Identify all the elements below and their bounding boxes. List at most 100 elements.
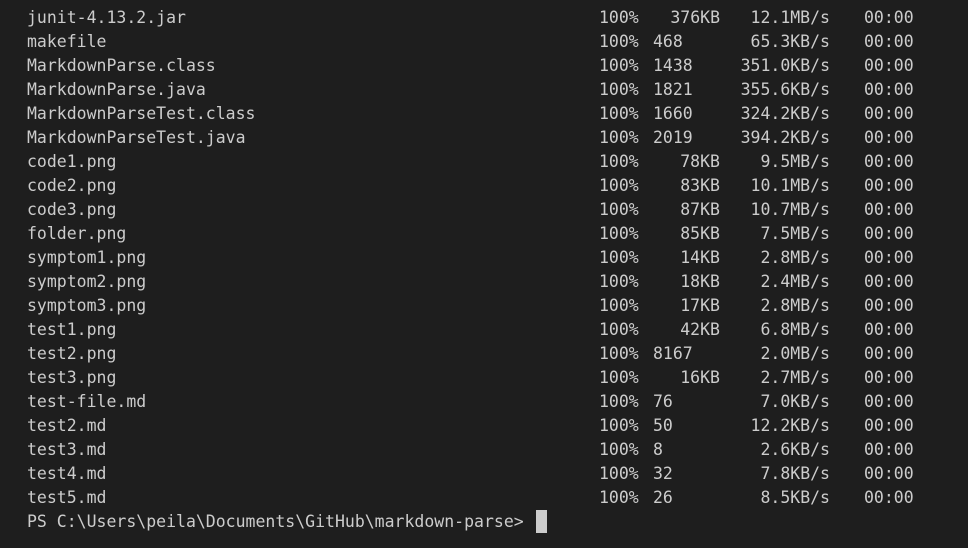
file-size: 1438 (653, 56, 693, 75)
elapsed-time: 00:00 (864, 80, 914, 99)
transfer-rate: 2.8MB/s (760, 248, 830, 267)
file-size: 8 (653, 440, 663, 459)
transfer-percent: 100% (599, 320, 639, 339)
transfer-row: folder.png 100% 85KB 7.5MB/s 00:00 (27, 222, 957, 246)
transfer-row: code1.png 100% 78KB 9.5MB/s 00:00 (27, 150, 957, 174)
transfer-row: test3.md 100% 8 2.6KB/s 00:00 (27, 438, 957, 462)
transfer-row: test4.md 100% 32 7.8KB/s 00:00 (27, 462, 957, 486)
transfer-percent: 100% (599, 104, 639, 123)
transfer-rate: 324.2KB/s (740, 104, 830, 123)
file-name: code2.png (27, 176, 117, 195)
elapsed-time: 00:00 (864, 488, 914, 507)
transfer-percent: 100% (599, 464, 639, 483)
file-size: 50 (653, 416, 673, 435)
elapsed-time: 00:00 (864, 416, 914, 435)
transfer-rate: 6.8MB/s (760, 320, 830, 339)
file-size: 26 (653, 488, 673, 507)
transfer-row: MarkdownParse.java 100% 1821 355.6KB/s 00:00 (27, 78, 957, 102)
file-name: code1.png (27, 152, 117, 171)
file-name: MarkdownParseTest.java (27, 128, 246, 147)
transfer-percent: 100% (599, 368, 639, 387)
transfer-rate: 65.3KB/s (750, 32, 830, 51)
file-name: code3.png (27, 200, 117, 219)
transfer-row: symptom3.png 100% 17KB 2.8MB/s 00:00 (27, 294, 957, 318)
elapsed-time: 00:00 (864, 464, 914, 483)
prompt-text: PS C:\Users\peila\Documents\GitHub\markd… (27, 512, 524, 531)
transfer-percent: 100% (599, 80, 639, 99)
elapsed-time: 00:00 (864, 8, 914, 27)
transfer-row: MarkdownParse.class 100% 1438 351.0KB/s 00:0… (27, 54, 957, 78)
elapsed-time: 00:00 (864, 392, 914, 411)
file-size: 1660 (653, 104, 693, 123)
terminal-window[interactable]: junit-4.13.2.jar 100% 376KB 12.1MB/s 00:00 ma… (0, 0, 968, 548)
transfer-percent: 100% (599, 176, 639, 195)
transfer-rate: 10.1MB/s (750, 176, 830, 195)
transfer-row: symptom1.png 100% 14KB 2.8MB/s 00:00 (27, 246, 957, 270)
transfer-list: junit-4.13.2.jar 100% 376KB 12.1MB/s 00:00 ma… (27, 6, 957, 534)
elapsed-time: 00:00 (864, 104, 914, 123)
elapsed-time: 00:00 (864, 32, 914, 51)
transfer-rate: 10.7MB/s (750, 200, 830, 219)
transfer-rate: 2.0MB/s (760, 344, 830, 363)
transfer-rate: 7.0KB/s (760, 392, 830, 411)
cursor (535, 510, 547, 533)
transfer-rate: 7.8KB/s (760, 464, 830, 483)
transfer-rate: 12.2KB/s (750, 416, 830, 435)
transfer-percent: 100% (599, 440, 639, 459)
elapsed-time: 00:00 (864, 224, 914, 243)
elapsed-time: 00:00 (864, 368, 914, 387)
transfer-percent: 100% (599, 32, 639, 51)
elapsed-time: 00:00 (864, 152, 914, 171)
file-name: test2.png (27, 344, 117, 363)
elapsed-time: 00:00 (864, 272, 914, 291)
transfer-row: test-file.md 100% 76 7.0KB/s 00:00 (27, 390, 957, 414)
transfer-row: test2.png 100% 8167 2.0MB/s 00:00 (27, 342, 957, 366)
file-size: 14KB (680, 248, 720, 267)
transfer-row: code2.png 100% 83KB 10.1MB/s 00:00 (27, 174, 957, 198)
transfer-rate: 394.2KB/s (740, 128, 830, 147)
file-name: test1.png (27, 320, 117, 339)
transfer-percent: 100% (599, 488, 639, 507)
transfer-percent: 100% (599, 128, 639, 147)
transfer-row: junit-4.13.2.jar 100% 376KB 12.1MB/s 00:00 (27, 6, 957, 30)
transfer-row: code3.png 100% 87KB 10.7MB/s 00:00 (27, 198, 957, 222)
file-size: 85KB (680, 224, 720, 243)
transfer-percent: 100% (599, 200, 639, 219)
transfer-row: test2.md 100% 50 12.2KB/s 00:00 (27, 414, 957, 438)
file-size: 18KB (680, 272, 720, 291)
file-size: 76 (653, 392, 673, 411)
file-name: test4.md (27, 464, 107, 483)
transfer-row: test1.png 100% 42KB 6.8MB/s 00:00 (27, 318, 957, 342)
file-name: MarkdownParse.class (27, 56, 216, 75)
transfer-rate: 355.6KB/s (740, 80, 830, 99)
elapsed-time: 00:00 (864, 296, 914, 315)
transfer-rate: 351.0KB/s (740, 56, 830, 75)
file-name: symptom1.png (27, 248, 147, 267)
file-name: test3.md (27, 440, 107, 459)
prompt-line[interactable]: PS C:\Users\peila\Documents\GitHub\markd… (27, 510, 957, 534)
file-size: 468 (653, 32, 683, 51)
file-name: junit-4.13.2.jar (27, 8, 186, 27)
elapsed-time: 00:00 (864, 440, 914, 459)
elapsed-time: 00:00 (864, 248, 914, 267)
file-size: 42KB (680, 320, 720, 339)
file-size: 1821 (653, 80, 693, 99)
transfer-percent: 100% (599, 152, 639, 171)
file-size: 78KB (680, 152, 720, 171)
file-name: MarkdownParseTest.class (27, 104, 256, 123)
file-name: MarkdownParse.java (27, 80, 206, 99)
transfer-percent: 100% (599, 272, 639, 291)
transfer-row: test5.md 100% 26 8.5KB/s 00:00 (27, 486, 957, 510)
transfer-rate: 9.5MB/s (760, 152, 830, 171)
file-size: 32 (653, 464, 673, 483)
file-name: test2.md (27, 416, 107, 435)
file-size: 17KB (680, 296, 720, 315)
transfer-row: MarkdownParseTest.java 100% 2019 394.2KB/s 0… (27, 126, 957, 150)
file-name: symptom3.png (27, 296, 147, 315)
elapsed-time: 00:00 (864, 56, 914, 75)
transfer-rate: 8.5KB/s (760, 488, 830, 507)
file-name: makefile (27, 32, 107, 51)
file-name: folder.png (27, 224, 127, 243)
transfer-percent: 100% (599, 56, 639, 75)
transfer-row: test3.png 100% 16KB 2.7MB/s 00:00 (27, 366, 957, 390)
